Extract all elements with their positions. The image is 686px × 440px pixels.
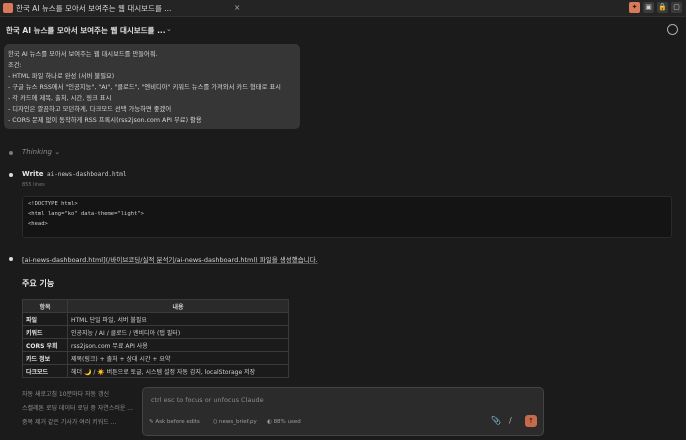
title-bar: 한국 AI 뉴스를 모아서 보여주는 웹 대시보드를 ... × ✦ ▣ 🔒 ▢ bbox=[0, 0, 686, 17]
write-tool-label: Write bbox=[22, 170, 44, 178]
message-line: - 디자인은 깔끔하고 모던하게, 다크모드 선택 가능하면 좋겠어 bbox=[8, 106, 172, 113]
features-table: 항목 내용 파일 HTML 단일 파일, 서버 불필요 키워드 인공지능 / A… bbox=[22, 299, 289, 378]
usage-indicator: ◐ 88% used bbox=[267, 419, 301, 425]
split-view-icon[interactable]: ▣ bbox=[643, 2, 654, 13]
table-row: 카드 정보 제목(링크) + 출처 + 상대 시간 + 요약 bbox=[22, 351, 289, 365]
mode-selector[interactable]: ✎ Ask before edits bbox=[149, 419, 200, 425]
prompt-input[interactable]: ctrl esc to focus or unfocus Claude ✎ As… bbox=[142, 387, 544, 436]
new-chat-icon[interactable] bbox=[667, 24, 678, 35]
tab-title[interactable]: 한국 AI 뉴스를 모아서 보여주는 웹 대시보드를 ... bbox=[16, 3, 171, 14]
thinking-label: Thinking bbox=[22, 148, 52, 156]
user-message: 한국 AI 뉴스를 모아서 보여주는 웹 대시보드를 만들어줘. 조건: - H… bbox=[4, 44, 300, 129]
chevron-down-icon[interactable]: ⌄ bbox=[166, 25, 172, 33]
response-heading: 주요 기능 bbox=[22, 279, 55, 288]
table-cell: 키워드 bbox=[22, 325, 68, 339]
table-cell: rss2json.com 무료 API 사용 bbox=[67, 338, 289, 352]
chevron-down-icon: ⌄ bbox=[54, 148, 61, 156]
code-line: <!DOCTYPE html> bbox=[28, 201, 78, 207]
message-line: 조건: bbox=[8, 62, 22, 69]
code-preview[interactable]: <!DOCTYPE html> <html lang="ko" data-the… bbox=[22, 196, 672, 238]
table-cell: 제목(링크) + 출처 + 상대 시간 + 요약 bbox=[67, 351, 289, 365]
table-cell: 파일 bbox=[22, 312, 68, 326]
attach-icon[interactable]: 📎 bbox=[491, 416, 501, 425]
message-line: 한국 AI 뉴스를 모아서 보여주는 웹 대시보드를 만들어줘. bbox=[8, 51, 158, 58]
table-header-row: 항목 내용 bbox=[22, 299, 289, 313]
message-line: - HTML 파일 하나로 완성 (서버 불필요) bbox=[8, 73, 115, 80]
panel-icon[interactable]: ▢ bbox=[671, 2, 682, 13]
table-row: 중복 제거 같은 기사가 여러 키워드 ... bbox=[22, 419, 117, 426]
response-file-link[interactable]: [ai-news-dashboard.html](/바이브코딩/실적 분석기/a… bbox=[22, 254, 318, 264]
usage-label: 88% used bbox=[273, 419, 301, 425]
claude-logo-icon bbox=[3, 3, 13, 13]
table-row: 스켈레톤 로딩 데이터 로딩 중 자연스러운 ... bbox=[22, 405, 134, 412]
file-chip[interactable]: ⟨⟩ news_brief.py bbox=[213, 419, 257, 425]
table-row: 자동 새로고침 10분마다 자동 갱신 bbox=[22, 391, 110, 398]
message-line: - CORS 문제 없이 동작하게 RSS 프록시(rss2json.com A… bbox=[8, 117, 202, 124]
status-dot bbox=[9, 257, 13, 261]
conversation-title[interactable]: 한국 AI 뉴스를 모아서 보여주는 웹 대시보드를 ... bbox=[6, 25, 166, 36]
table-header: 항목 bbox=[22, 299, 68, 313]
table-row: 파일 HTML 단일 파일, 서버 불필요 bbox=[22, 312, 289, 326]
scroll-fade bbox=[0, 264, 686, 272]
status-dot bbox=[9, 151, 13, 155]
sparkle-icon[interactable]: ✦ bbox=[629, 2, 640, 13]
table-cell: HTML 단일 파일, 서버 불필요 bbox=[67, 312, 289, 326]
table-row: 다크모드 헤더 🌙 / ☀️ 버튼으로 토글, 시스템 설정 자동 감지, lo… bbox=[22, 364, 289, 378]
code-line: <head> bbox=[28, 221, 48, 227]
send-button[interactable]: ↑ bbox=[525, 415, 537, 427]
close-tab-icon[interactable]: × bbox=[234, 3, 240, 12]
message-line: - 구글 뉴스 RSS에서 "인공지능", "AI", "클로드", "엔비디아… bbox=[8, 84, 281, 91]
status-dot bbox=[9, 173, 13, 177]
lock-icon[interactable]: 🔒 bbox=[657, 2, 668, 13]
table-header: 내용 bbox=[67, 299, 289, 313]
table-cell: 다크모드 bbox=[22, 364, 68, 378]
table-cell: 카드 정보 bbox=[22, 351, 68, 365]
message-line: - 각 카드에 제목, 출처, 시간, 링크 표시 bbox=[8, 95, 112, 102]
mode-label: Ask before edits bbox=[155, 419, 200, 425]
write-tool-filename[interactable]: ai-news-dashboard.html bbox=[47, 171, 126, 178]
conversation-header: 한국 AI 뉴스를 모아서 보여주는 웹 대시보드를 ... ⌄ bbox=[0, 20, 686, 38]
table-cell: 헤더 🌙 / ☀️ 버튼으로 토글, 시스템 설정 자동 감지, localSt… bbox=[67, 364, 289, 378]
table-row: CORS 우회 rss2json.com 무료 API 사용 bbox=[22, 338, 289, 352]
prompt-placeholder: ctrl esc to focus or unfocus Claude bbox=[151, 396, 264, 404]
table-row: 키워드 인공지능 / AI / 클로드 / 엔비디아 (탭 필터) bbox=[22, 325, 289, 339]
code-line: <html lang="ko" data-theme="light"> bbox=[28, 211, 144, 217]
thinking-toggle[interactable]: Thinking ⌄ bbox=[22, 148, 60, 156]
write-tool-subtitle: 855 lines bbox=[22, 182, 45, 188]
slash-command-icon[interactable]: / bbox=[509, 416, 512, 425]
file-label: news_brief.py bbox=[219, 419, 257, 425]
table-cell: CORS 우회 bbox=[22, 338, 68, 352]
table-cell: 인공지능 / AI / 클로드 / 엔비디아 (탭 필터) bbox=[67, 325, 289, 339]
window-controls: ✦ ▣ 🔒 ▢ bbox=[629, 2, 682, 13]
